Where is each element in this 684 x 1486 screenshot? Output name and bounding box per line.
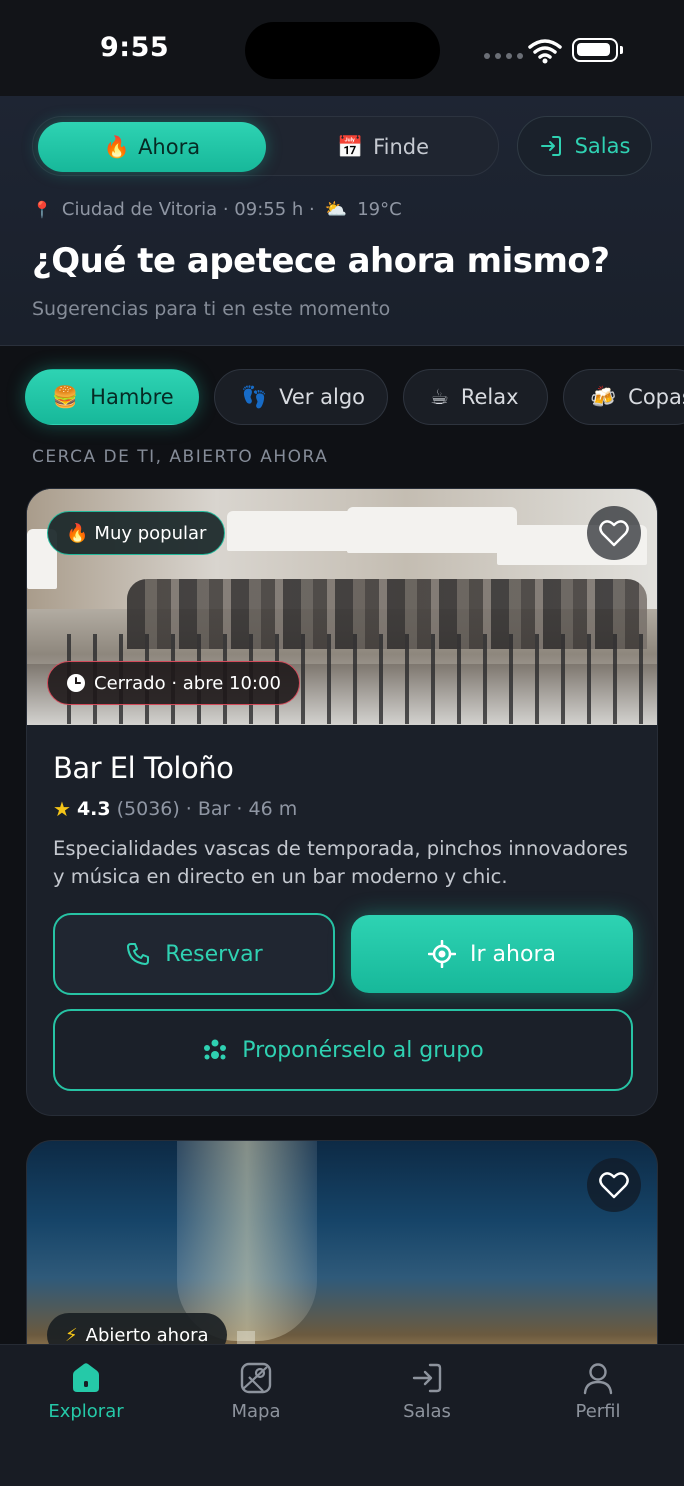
place-name: Bar El Toloño [53, 751, 234, 785]
popular-badge: 🔥 Muy popular [47, 511, 226, 555]
salas-label: Salas [574, 134, 631, 158]
place-meta: · Bar · 46 m [185, 798, 298, 820]
burger-icon: 🍔 [52, 384, 79, 409]
favorite-button[interactable] [587, 1158, 641, 1212]
page-subtitle: Sugerencias para ti en este momento [32, 298, 391, 320]
reserve-button[interactable]: Reservar [53, 913, 335, 995]
header: 🔥 Ahora 📅 Finde Salas 📍 Ciudad de Vitori… [0, 96, 684, 346]
locate-icon [428, 940, 457, 968]
wifi-icon [528, 39, 562, 64]
home-icon [73, 1363, 99, 1392]
propose-group-label: Proponérselo al grupo [242, 1037, 484, 1063]
place-card[interactable]: ⚡ Abierto ahora [26, 1140, 658, 1370]
chip-copas[interactable]: 🍻 Copas [563, 369, 684, 425]
segment-finde[interactable]: 📅 Finde [273, 122, 493, 172]
tab-label: Mapa [231, 1401, 281, 1422]
user-icon [583, 1363, 613, 1395]
segment-ahora[interactable]: 🔥 Ahora [38, 122, 266, 172]
rating-line: ★ 4.3 (5036) · Bar · 46 m [53, 797, 297, 821]
tab-explorar[interactable]: Explorar [26, 1361, 146, 1422]
segment-label: Finde [373, 135, 430, 159]
dynamic-island [245, 22, 440, 79]
review-count: (5036) [116, 798, 180, 820]
propose-group-button[interactable]: Proponérselo al grupo [53, 1009, 633, 1091]
time-segmented-control: 🔥 Ahora 📅 Finde [32, 116, 499, 176]
phone-icon [127, 943, 150, 965]
coffee-icon: ☕ [430, 385, 449, 409]
chip-label: Ver algo [279, 385, 366, 409]
go-now-button[interactable]: Ir ahora [351, 915, 633, 993]
page-title: ¿Qué te apetece ahora mismo? [32, 241, 610, 281]
status-badge: Cerrado · abre 10:00 [47, 661, 300, 705]
tab-label: Explorar [48, 1401, 124, 1422]
enter-icon [412, 1363, 442, 1393]
tab-label: Perfil [575, 1401, 621, 1422]
reserve-label: Reservar [165, 941, 263, 967]
status-bar: 9:55 [0, 0, 684, 96]
clock-icon [67, 674, 85, 692]
place-description: Especialidades vascas de temporada, pinc… [53, 837, 628, 888]
status-badge-label: Cerrado · abre 10:00 [94, 672, 281, 694]
rating-score: 4.3 [76, 798, 111, 820]
fire-icon: 🔥 [103, 134, 131, 159]
weather-icon: ⛅ [324, 199, 348, 220]
temperature: 19°C [357, 199, 402, 220]
tab-salas[interactable]: Salas [367, 1361, 487, 1422]
tab-mapa[interactable]: Mapa [196, 1361, 316, 1422]
section-label: CERCA DE TI, ABIERTO AHORA [32, 447, 329, 467]
place-photo [177, 1141, 317, 1341]
signal-icon [484, 53, 523, 59]
fire-icon: 🔥 [66, 522, 89, 544]
status-badge-label: Abierto ahora [85, 1324, 209, 1346]
chip-label: Hambre [90, 385, 174, 409]
status-time: 9:55 [100, 32, 170, 63]
segment-label: Ahora [138, 135, 201, 159]
footprints-icon: 👣 [241, 384, 268, 409]
chip-label: Relax [460, 385, 519, 409]
place-card[interactable]: 🔥 Muy popular Cerrado · abre 10:00 Bar E… [26, 488, 658, 1116]
location-text: Ciudad de Vitoria · 09:55 h · [61, 199, 315, 220]
heart-icon [599, 520, 629, 547]
chip-hambre[interactable]: 🍔 Hambre [25, 369, 199, 425]
map-icon [240, 1362, 272, 1394]
star-icon: ★ [53, 797, 71, 821]
beer-icon: 🍻 [590, 384, 617, 409]
popular-badge-label: Muy popular [94, 522, 207, 544]
calendar-icon: 📅 [336, 134, 364, 159]
tab-label: Salas [403, 1401, 451, 1422]
pin-icon: 📍 [32, 200, 52, 219]
battery-icon [572, 38, 623, 62]
enter-icon [540, 136, 561, 156]
salas-button[interactable]: Salas [517, 116, 652, 176]
chip-label: Copas [628, 385, 684, 409]
go-now-label: Ir ahora [470, 941, 556, 967]
chip-ver-algo[interactable]: 👣 Ver algo [214, 369, 388, 425]
tab-bar: Explorar Mapa Salas Perfil [0, 1344, 684, 1486]
place-photo: 🔥 Muy popular Cerrado · abre 10:00 [27, 489, 657, 725]
chip-relax[interactable]: ☕ Relax [403, 369, 548, 425]
lightning-icon: ⚡ [65, 1324, 78, 1346]
favorite-button[interactable] [587, 506, 641, 560]
location-line: 📍 Ciudad de Vitoria · 09:55 h · ⛅ 19°C [32, 199, 402, 220]
heart-icon [599, 1172, 629, 1199]
tab-perfil[interactable]: Perfil [538, 1361, 658, 1422]
group-icon [204, 1039, 227, 1060]
mood-chips: 🍔 Hambre 👣 Ver algo ☕ Relax 🍻 Copas [25, 369, 684, 425]
